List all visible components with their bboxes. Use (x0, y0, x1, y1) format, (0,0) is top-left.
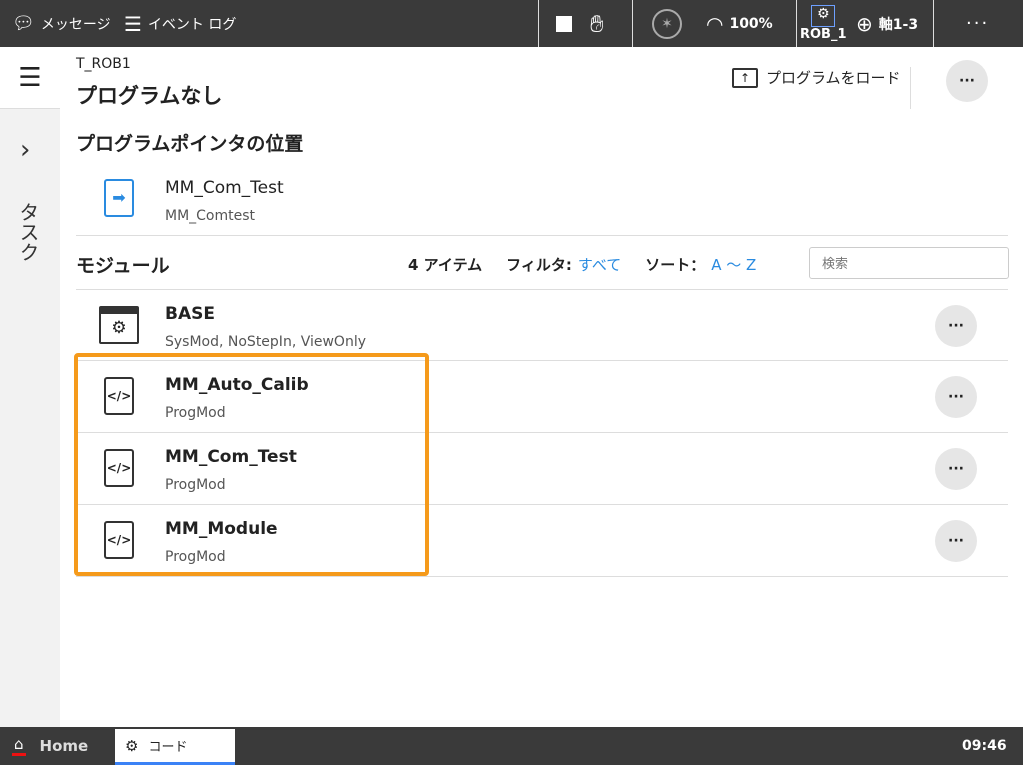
task-name: T_ROB1 (76, 56, 131, 72)
robot-selector[interactable]: ⚙ ROB_1 (800, 0, 847, 47)
program-pointer-item[interactable]: ➡ MM_Com_Test MM_Comtest (76, 163, 1008, 236)
module-more-button[interactable]: ··· (935, 448, 977, 490)
search-input[interactable] (809, 247, 1009, 279)
jog-axis-button[interactable]: ⊕ 軸1-3 (856, 0, 918, 47)
module-more-button[interactable]: ··· (935, 376, 977, 418)
chat-bubble-icon: 💬︎ (12, 13, 35, 34)
stop-icon (556, 15, 572, 32)
sidebar: ☰ › タスク (0, 47, 60, 727)
folder-upload-icon: ↑ (732, 67, 758, 88)
task-panel-label[interactable]: タスク (14, 202, 43, 262)
sort-dropdown[interactable]: A 〜 Z (711, 254, 756, 275)
motor-off-icon: ✶ (652, 8, 682, 39)
event-log-button[interactable]: ☰ イベント ログ (124, 0, 236, 47)
header-more-button[interactable]: ··· (946, 60, 988, 102)
manual-mode-button[interactable]: ✋︎ (590, 0, 604, 47)
speedometer-icon: ◠ (706, 11, 724, 36)
main-content: T_ROB1 プログラムなし ↑ プログラムをロード ··· プログラムポインタ… (60, 47, 1023, 727)
expand-chevron-icon[interactable]: › (20, 135, 30, 165)
module-more-button[interactable]: ··· (935, 520, 977, 562)
list-icon: ☰ (124, 11, 142, 36)
modules-section-title: モジュール (76, 255, 170, 277)
module-toolbar: 4 アイテム フィルタ: すべて ソート： A 〜 Z (408, 254, 757, 275)
jog-icon: ⊕ (856, 11, 873, 36)
robot-code-icon: ⚙ (125, 736, 139, 755)
module-row[interactable]: ⚙ BASE SysMod, NoStepIn, ViewOnly ··· (76, 289, 1008, 361)
clock: 09:46 (962, 738, 1007, 754)
program-title: プログラムなし (76, 84, 223, 108)
load-program-button[interactable]: ↑ プログラムをロード (732, 67, 901, 88)
filter-dropdown[interactable]: すべて (578, 254, 621, 275)
speed-button[interactable]: ◠ 100% (706, 0, 773, 47)
menu-icon: ☰ (18, 62, 42, 93)
home-button[interactable]: ⌂ Home (12, 735, 88, 756)
pointer-section-title: プログラムポインタの位置 (76, 133, 304, 155)
hamburger-menu-button[interactable]: ☰ (0, 47, 60, 109)
highlight-box (74, 353, 429, 576)
system-module-icon: ⚙ (99, 306, 139, 344)
messages-button[interactable]: 💬︎ メッセージ (12, 0, 111, 47)
bottom-bar: ⌂ Home ⚙ コード 09:46 (0, 727, 1023, 765)
motors-button[interactable]: ✶ (652, 0, 682, 47)
tab-code[interactable]: ⚙ コード (115, 729, 235, 765)
robot-icon: ⚙ (811, 5, 836, 27)
top-bar: 💬︎ メッセージ ☰ イベント ログ ✋︎ ✶ ◠ 100% ⚙ ROB_1 ⊕ 軸… (0, 0, 1023, 47)
hand-icon: ✋︎ (590, 9, 604, 38)
home-icon: ⌂ (12, 735, 26, 756)
pointer-file-icon: ➡ (104, 179, 134, 217)
stop-button[interactable] (556, 0, 572, 47)
module-more-button[interactable]: ··· (935, 305, 977, 347)
more-button[interactable]: ··· (966, 0, 989, 47)
